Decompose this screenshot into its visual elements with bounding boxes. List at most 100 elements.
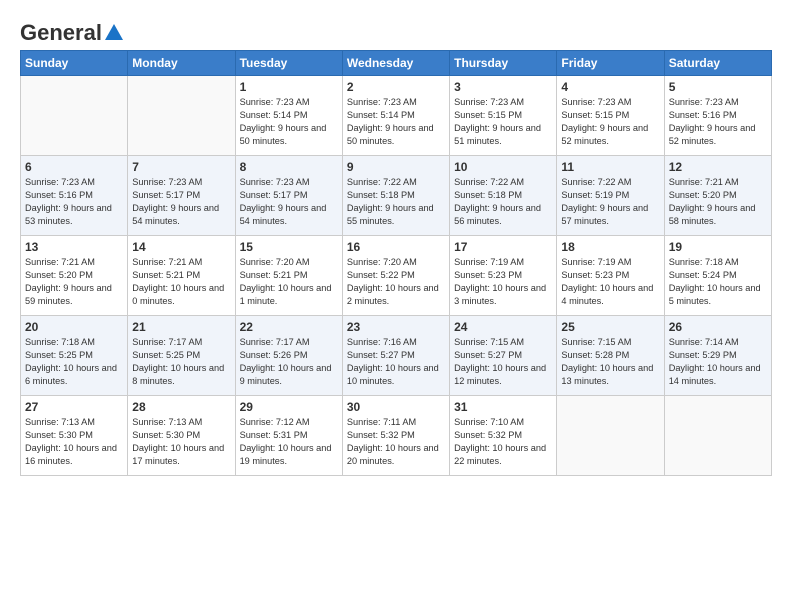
day-info: Sunrise: 7:14 AMSunset: 5:29 PMDaylight:…	[669, 336, 767, 388]
calendar-cell: 4 Sunrise: 7:23 AMSunset: 5:15 PMDaylight…	[557, 76, 664, 156]
logo-icon	[103, 22, 125, 44]
day-info: Sunrise: 7:23 AMSunset: 5:14 PMDaylight:…	[240, 96, 338, 148]
day-number: 26	[669, 320, 767, 334]
day-info: Sunrise: 7:13 AMSunset: 5:30 PMDaylight:…	[25, 416, 123, 468]
day-number: 19	[669, 240, 767, 254]
calendar-cell: 3 Sunrise: 7:23 AMSunset: 5:15 PMDaylight…	[450, 76, 557, 156]
day-number: 16	[347, 240, 445, 254]
calendar-cell: 24 Sunrise: 7:15 AMSunset: 5:27 PMDayligh…	[450, 316, 557, 396]
day-info: Sunrise: 7:23 AMSunset: 5:15 PMDaylight:…	[561, 96, 659, 148]
day-number: 23	[347, 320, 445, 334]
day-info: Sunrise: 7:15 AMSunset: 5:28 PMDaylight:…	[561, 336, 659, 388]
day-number: 18	[561, 240, 659, 254]
day-number: 10	[454, 160, 552, 174]
day-info: Sunrise: 7:23 AMSunset: 5:16 PMDaylight:…	[669, 96, 767, 148]
page-header: General	[20, 20, 772, 40]
day-number: 11	[561, 160, 659, 174]
day-number: 4	[561, 80, 659, 94]
day-number: 28	[132, 400, 230, 414]
calendar-cell: 1 Sunrise: 7:23 AMSunset: 5:14 PMDaylight…	[235, 76, 342, 156]
calendar-cell: 6 Sunrise: 7:23 AMSunset: 5:16 PMDaylight…	[21, 156, 128, 236]
weekday-header-sunday: Sunday	[21, 51, 128, 76]
calendar-cell: 5 Sunrise: 7:23 AMSunset: 5:16 PMDaylight…	[664, 76, 771, 156]
day-info: Sunrise: 7:17 AMSunset: 5:26 PMDaylight:…	[240, 336, 338, 388]
day-number: 22	[240, 320, 338, 334]
day-number: 17	[454, 240, 552, 254]
day-info: Sunrise: 7:20 AMSunset: 5:22 PMDaylight:…	[347, 256, 445, 308]
weekday-header-tuesday: Tuesday	[235, 51, 342, 76]
logo: General	[20, 20, 126, 40]
calendar-cell: 22 Sunrise: 7:17 AMSunset: 5:26 PMDayligh…	[235, 316, 342, 396]
calendar-week-1: 1 Sunrise: 7:23 AMSunset: 5:14 PMDaylight…	[21, 76, 772, 156]
calendar-cell: 28 Sunrise: 7:13 AMSunset: 5:30 PMDayligh…	[128, 396, 235, 476]
day-number: 20	[25, 320, 123, 334]
day-info: Sunrise: 7:22 AMSunset: 5:19 PMDaylight:…	[561, 176, 659, 228]
day-number: 2	[347, 80, 445, 94]
calendar-cell: 10 Sunrise: 7:22 AMSunset: 5:18 PMDayligh…	[450, 156, 557, 236]
day-info: Sunrise: 7:18 AMSunset: 5:25 PMDaylight:…	[25, 336, 123, 388]
day-number: 1	[240, 80, 338, 94]
day-number: 3	[454, 80, 552, 94]
day-number: 29	[240, 400, 338, 414]
calendar-week-3: 13 Sunrise: 7:21 AMSunset: 5:20 PMDayligh…	[21, 236, 772, 316]
day-info: Sunrise: 7:22 AMSunset: 5:18 PMDaylight:…	[347, 176, 445, 228]
day-number: 7	[132, 160, 230, 174]
calendar-cell: 25Sunrise: 7:15 AMSunset: 5:28 PMDayligh…	[557, 316, 664, 396]
day-info: Sunrise: 7:21 AMSunset: 5:21 PMDaylight:…	[132, 256, 230, 308]
day-number: 21	[132, 320, 230, 334]
calendar-week-4: 20 Sunrise: 7:18 AMSunset: 5:25 PMDayligh…	[21, 316, 772, 396]
day-number: 30	[347, 400, 445, 414]
day-info: Sunrise: 7:18 AMSunset: 5:24 PMDaylight:…	[669, 256, 767, 308]
calendar-cell: 7 Sunrise: 7:23 AMSunset: 5:17 PMDaylight…	[128, 156, 235, 236]
day-info: Sunrise: 7:22 AMSunset: 5:18 PMDaylight:…	[454, 176, 552, 228]
day-number: 8	[240, 160, 338, 174]
calendar-cell: 19 Sunrise: 7:18 AMSunset: 5:24 PMDayligh…	[664, 236, 771, 316]
weekday-header-thursday: Thursday	[450, 51, 557, 76]
day-info: Sunrise: 7:11 AMSunset: 5:32 PMDaylight:…	[347, 416, 445, 468]
day-number: 9	[347, 160, 445, 174]
day-info: Sunrise: 7:20 AMSunset: 5:21 PMDaylight:…	[240, 256, 338, 308]
weekday-header-wednesday: Wednesday	[342, 51, 449, 76]
day-info: Sunrise: 7:12 AMSunset: 5:31 PMDaylight:…	[240, 416, 338, 468]
calendar-cell: 16 Sunrise: 7:20 AMSunset: 5:22 PMDayligh…	[342, 236, 449, 316]
day-info: Sunrise: 7:13 AMSunset: 5:30 PMDaylight:…	[132, 416, 230, 468]
day-info: Sunrise: 7:23 AMSunset: 5:16 PMDaylight:…	[25, 176, 123, 228]
day-number: 15	[240, 240, 338, 254]
day-number: 6	[25, 160, 123, 174]
calendar-cell: 8Sunrise: 7:23 AMSunset: 5:17 PMDaylight…	[235, 156, 342, 236]
day-number: 27	[25, 400, 123, 414]
day-info: Sunrise: 7:21 AMSunset: 5:20 PMDaylight:…	[25, 256, 123, 308]
calendar-cell: 9 Sunrise: 7:22 AMSunset: 5:18 PMDaylight…	[342, 156, 449, 236]
calendar-cell	[664, 396, 771, 476]
calendar-cell: 11 Sunrise: 7:22 AMSunset: 5:19 PMDayligh…	[557, 156, 664, 236]
day-info: Sunrise: 7:17 AMSunset: 5:25 PMDaylight:…	[132, 336, 230, 388]
calendar-cell: 15 Sunrise: 7:20 AMSunset: 5:21 PMDayligh…	[235, 236, 342, 316]
weekday-header-monday: Monday	[128, 51, 235, 76]
calendar-cell: 30 Sunrise: 7:11 AMSunset: 5:32 PMDayligh…	[342, 396, 449, 476]
calendar-cell: 21 Sunrise: 7:17 AMSunset: 5:25 PMDayligh…	[128, 316, 235, 396]
day-info: Sunrise: 7:23 AMSunset: 5:14 PMDaylight:…	[347, 96, 445, 148]
day-info: Sunrise: 7:15 AMSunset: 5:27 PMDaylight:…	[454, 336, 552, 388]
day-info: Sunrise: 7:19 AMSunset: 5:23 PMDaylight:…	[454, 256, 552, 308]
calendar-cell: 20 Sunrise: 7:18 AMSunset: 5:25 PMDayligh…	[21, 316, 128, 396]
calendar-cell: 26 Sunrise: 7:14 AMSunset: 5:29 PMDayligh…	[664, 316, 771, 396]
day-number: 24	[454, 320, 552, 334]
calendar-cell: 17 Sunrise: 7:19 AMSunset: 5:23 PMDayligh…	[450, 236, 557, 316]
calendar-cell: 13 Sunrise: 7:21 AMSunset: 5:20 PMDayligh…	[21, 236, 128, 316]
day-number: 31	[454, 400, 552, 414]
calendar-cell: 27 Sunrise: 7:13 AMSunset: 5:30 PMDayligh…	[21, 396, 128, 476]
day-number: 5	[669, 80, 767, 94]
calendar-cell	[21, 76, 128, 156]
weekday-header-row: SundayMondayTuesdayWednesdayThursdayFrid…	[21, 51, 772, 76]
calendar-cell: 14Sunrise: 7:21 AMSunset: 5:21 PMDayligh…	[128, 236, 235, 316]
day-info: Sunrise: 7:10 AMSunset: 5:32 PMDaylight:…	[454, 416, 552, 468]
calendar-cell: 29 Sunrise: 7:12 AMSunset: 5:31 PMDayligh…	[235, 396, 342, 476]
calendar-cell: 18 Sunrise: 7:19 AMSunset: 5:23 PMDayligh…	[557, 236, 664, 316]
day-info: Sunrise: 7:23 AMSunset: 5:15 PMDaylight:…	[454, 96, 552, 148]
calendar-cell	[557, 396, 664, 476]
day-info: Sunrise: 7:23 AMSunset: 5:17 PMDaylight:…	[132, 176, 230, 228]
calendar-cell: 23Sunrise: 7:16 AMSunset: 5:27 PMDayligh…	[342, 316, 449, 396]
day-info: Sunrise: 7:19 AMSunset: 5:23 PMDaylight:…	[561, 256, 659, 308]
logo-general: General	[20, 20, 102, 46]
day-number: 13	[25, 240, 123, 254]
